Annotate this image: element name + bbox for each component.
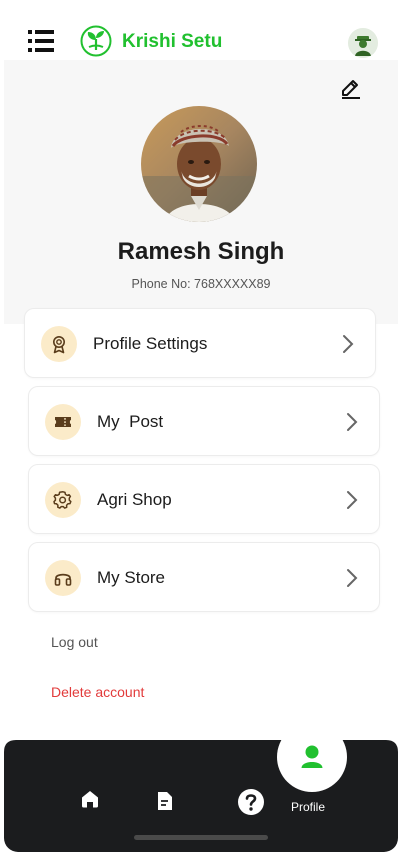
delete-account-link[interactable]: Delete account [51,684,144,700]
phone-number: Phone No: 768XXXXX89 [4,277,398,291]
chevron-right-icon [345,567,359,589]
chevron-right-icon [341,333,355,355]
farmer-avatar-icon[interactable] [348,28,378,58]
menu-item-label: Profile Settings [93,334,208,353]
question-icon[interactable] [237,788,265,821]
chevron-right-icon [345,489,359,511]
home-indicator [134,835,268,840]
menu-item-my-post[interactable]: My Post [28,386,380,456]
profile-tab[interactable] [277,722,347,792]
award-badge-icon [41,326,77,362]
menu-item-agri-shop[interactable]: Agri Shop [28,464,380,534]
menu-item-profile-settings[interactable]: Profile Settings [24,308,376,378]
menu-item-label: My Post [97,412,164,431]
list-menu-icon[interactable] [28,30,54,52]
phone-label: Phone No: [131,277,191,291]
sprout-logo-icon [80,25,112,57]
chevron-right-icon [345,411,359,433]
app-screen: Krishi Setu Ramesh Singh Phone No: 768XX… [4,4,398,852]
headphones-icon [45,560,81,596]
user-name: Ramesh Singh [117,238,285,265]
logout-link[interactable]: Log out [51,634,98,650]
menu-item-my-store[interactable]: My Store [28,542,380,612]
person-icon [301,745,323,768]
phone-value: 768XXXXX89 [194,277,271,291]
ticket-icon [45,404,81,440]
menu-item-label: Agri Shop [97,490,172,509]
gear-icon [45,482,81,518]
document-icon[interactable] [155,790,175,817]
menu-item-label: My Store [97,568,166,587]
profile-tab-label: Profile [291,800,326,814]
top-app-bar: Krishi Setu [4,4,398,60]
app-brand-name: Krishi Setu [122,31,223,52]
profile-photo [141,106,257,222]
home-icon[interactable] [79,788,101,815]
pencil-icon[interactable] [338,74,364,100]
